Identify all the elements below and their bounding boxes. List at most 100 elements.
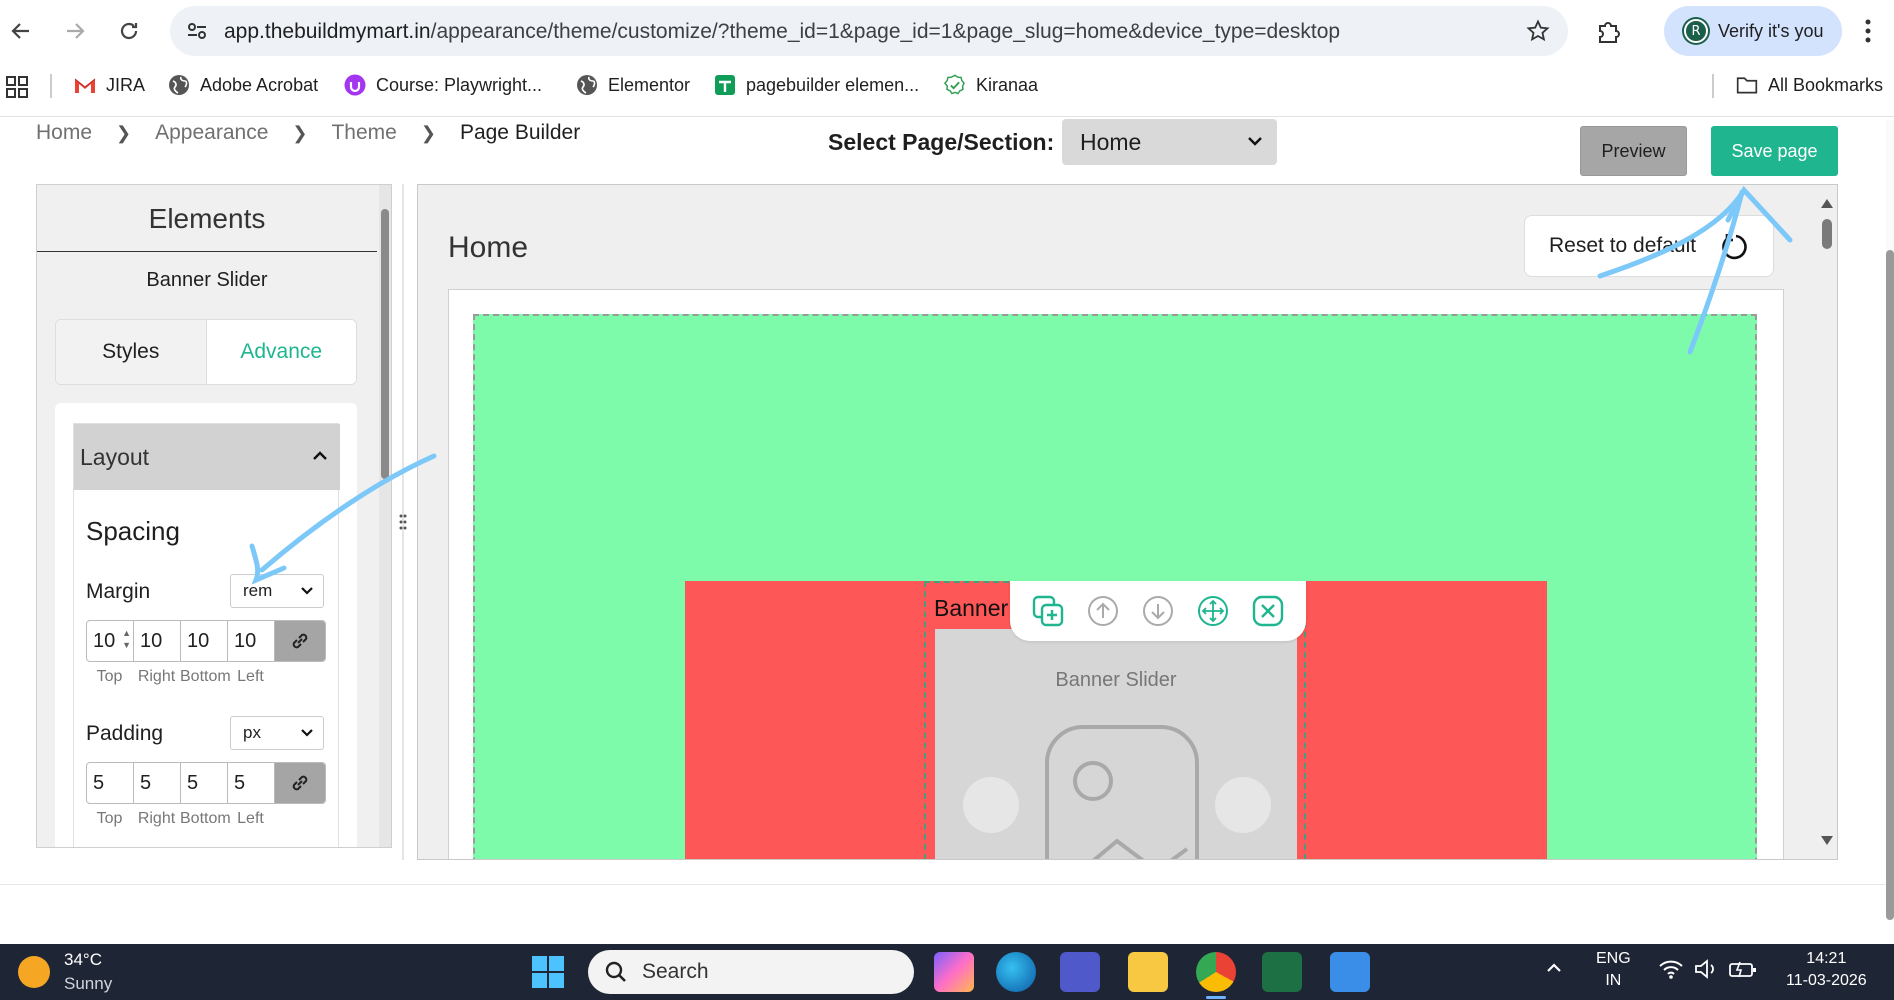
bookmark-pagebuilder[interactable]: pagebuilder elemen...	[714, 74, 919, 96]
padding-left-input[interactable]: 5	[228, 763, 275, 803]
save-page-button[interactable]: Save page	[1711, 126, 1838, 176]
chevron-down-icon	[1248, 137, 1262, 146]
panel-scrollbar[interactable]	[379, 185, 391, 847]
taskbar-search[interactable]: Search	[588, 950, 914, 994]
margin-right-input[interactable]: 10	[134, 621, 181, 661]
chrome-icon[interactable]	[1196, 952, 1236, 992]
profile-avatar: R	[1684, 19, 1708, 43]
all-bookmarks-button[interactable]: All Bookmarks	[1736, 74, 1883, 96]
duplicate-button[interactable]	[1030, 593, 1066, 629]
edge-icon[interactable]	[996, 952, 1036, 992]
side-label-top: Top	[96, 668, 123, 685]
bookmark-jira[interactable]: JIRA	[74, 74, 145, 96]
scroll-down-arrow-icon[interactable]	[1820, 835, 1834, 847]
padding-right-value: 5	[140, 771, 152, 794]
bookmarks-separator	[1712, 74, 1714, 98]
move-down-button[interactable]	[1140, 593, 1176, 629]
reload-button[interactable]	[112, 14, 146, 48]
move-up-button[interactable]	[1085, 593, 1121, 629]
udemy-icon	[344, 74, 366, 96]
reset-to-default-button[interactable]: Reset to default	[1524, 215, 1774, 277]
clock-date: 11-03-2026	[1786, 972, 1867, 989]
extensions-icon[interactable]	[1596, 18, 1622, 44]
delete-element-button[interactable]	[1250, 593, 1286, 629]
notepad-icon[interactable]	[1330, 952, 1370, 992]
canvas-scrollbar[interactable]	[1816, 185, 1837, 859]
url-host: app.thebuildmymart.in	[224, 20, 431, 43]
margin-left-input[interactable]: 10	[228, 621, 275, 661]
page-scrollbar[interactable]	[1886, 120, 1894, 920]
title-divider	[37, 251, 377, 252]
language-indicator[interactable]: ENG IN	[1596, 948, 1631, 992]
windows-start-icon[interactable]	[532, 956, 564, 988]
excel-icon[interactable]	[1262, 952, 1302, 992]
padding-bottom-input[interactable]: 5	[181, 763, 228, 803]
search-label: Search	[642, 960, 709, 983]
section-container[interactable]: Banner Banner Slider	[473, 314, 1757, 859]
padding-link-button[interactable]	[275, 763, 325, 803]
bookmark-kiranaa[interactable]: Kiranaa	[944, 74, 1038, 96]
verify-identity-button[interactable]: R Verify it's you	[1664, 6, 1842, 56]
chevron-up-icon[interactable]	[1544, 958, 1564, 978]
bookmark-adobe-acrobat[interactable]: Adobe Acrobat	[168, 74, 318, 96]
margin-top-input[interactable]: 10 ▲ ▼	[87, 621, 134, 661]
arrow-down-icon	[1142, 596, 1173, 626]
tab-styles[interactable]: Styles	[56, 320, 207, 384]
weather-description[interactable]: Sunny	[64, 974, 112, 994]
gmail-icon	[74, 74, 96, 96]
breadcrumb-theme[interactable]: Theme	[331, 121, 396, 145]
search-icon	[605, 961, 626, 982]
tab-advance[interactable]: Advance	[206, 320, 356, 384]
banner-slider-column[interactable]: Banner Banner Slider	[924, 581, 1306, 859]
move-icon	[1198, 596, 1229, 626]
panel-scrollbar-thumb[interactable]	[381, 209, 389, 479]
row-container[interactable]: Banner Banner Slider	[685, 581, 1547, 859]
sheets-icon	[714, 74, 736, 96]
apps-grid-icon[interactable]	[6, 76, 28, 98]
preview-button[interactable]: Preview	[1580, 126, 1687, 176]
layout-accordion-header[interactable]: Layout	[74, 424, 340, 490]
copilot-icon[interactable]	[934, 952, 974, 992]
spinner-icon[interactable]: ▲ ▼	[122, 627, 131, 651]
page-scrollbar-thumb[interactable]	[1886, 250, 1894, 920]
more-menu-icon[interactable]	[1864, 18, 1872, 44]
scroll-up-arrow-icon[interactable]	[1820, 197, 1834, 209]
back-button[interactable]	[4, 14, 38, 48]
elements-panel-title: Elements	[148, 203, 266, 234]
star-icon[interactable]	[1526, 19, 1550, 43]
globe-icon	[576, 74, 598, 96]
breadcrumb-appearance[interactable]: Appearance	[155, 121, 268, 145]
teams-icon[interactable]	[1060, 952, 1100, 992]
canvas-scrollbar-thumb[interactable]	[1822, 219, 1832, 249]
margin-inputs: 10 ▲ ▼ 10 10 10	[86, 620, 326, 662]
page-section-select[interactable]: Home	[1062, 119, 1277, 165]
padding-unit-select[interactable]: px	[230, 716, 324, 750]
arrow-up-icon	[1087, 596, 1118, 626]
wifi-icon[interactable]	[1658, 958, 1684, 980]
page-preview-area: Banner Banner Slider	[448, 289, 1784, 859]
padding-top-value: 5	[93, 771, 105, 794]
resize-handle[interactable]	[396, 511, 410, 533]
margin-unit-select[interactable]: rem	[230, 574, 324, 608]
reset-label: Reset to default	[1549, 234, 1697, 257]
padding-right-input[interactable]: 5	[134, 763, 181, 803]
site-info-icon[interactable]	[186, 20, 208, 42]
clock[interactable]: 14:21 11-03-2026	[1786, 948, 1867, 992]
margin-label: Margin	[86, 580, 151, 603]
drag-move-button[interactable]	[1195, 593, 1231, 629]
forward-button[interactable]	[58, 14, 92, 48]
bookmark-course-playwright[interactable]: Course: Playwright...	[344, 74, 542, 96]
bookmark-elementor[interactable]: Elementor	[576, 74, 690, 96]
file-explorer-icon[interactable]	[1128, 952, 1168, 992]
margin-bottom-value: 10	[187, 629, 210, 652]
address-bar[interactable]: app.thebuildmymart.in/appearance/theme/c…	[170, 6, 1568, 56]
battery-icon[interactable]	[1728, 958, 1758, 980]
margin-link-button[interactable]	[275, 621, 325, 661]
volume-icon[interactable]	[1694, 958, 1718, 980]
margin-bottom-input[interactable]: 10	[181, 621, 228, 661]
all-bookmarks-label: All Bookmarks	[1768, 74, 1884, 95]
padding-top-input[interactable]: 5	[87, 763, 134, 803]
breadcrumb-home[interactable]: Home	[36, 121, 92, 145]
weather-temperature[interactable]: 34°C	[64, 950, 102, 970]
banner-slider-placeholder[interactable]: Banner Slider	[935, 629, 1297, 859]
